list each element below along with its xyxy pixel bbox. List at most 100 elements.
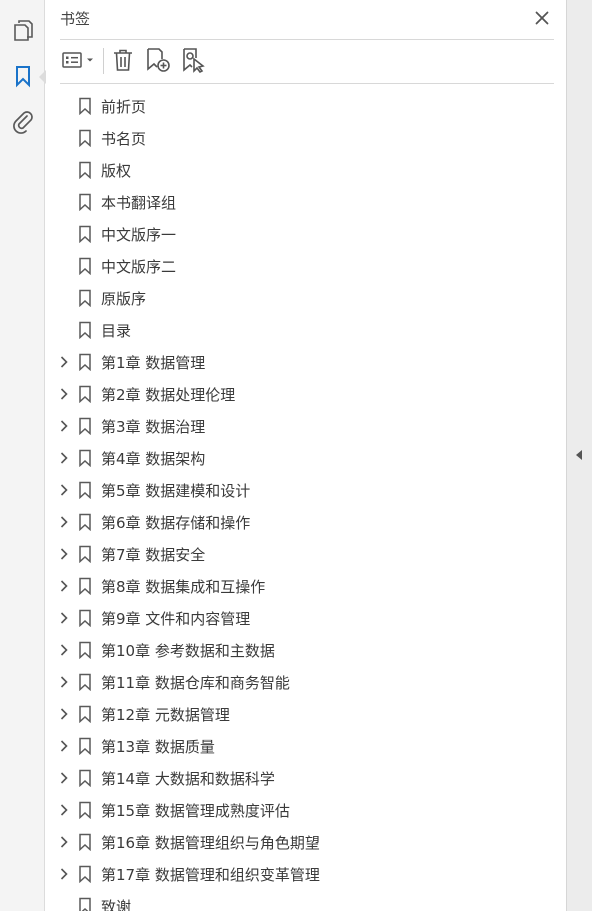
expand-button[interactable] [56,642,72,658]
bookmark-icon [78,129,92,148]
bookmark-item[interactable]: 第14章 大数据和数据科学 [46,762,546,794]
chevron-left-icon [575,446,583,465]
paperclip-icon [12,110,34,138]
bookmark-label: 第9章 文件和内容管理 [101,610,251,628]
bookmark-label: 第11章 数据仓库和商务智能 [101,674,290,692]
bookmark-label: 第4章 数据架构 [101,450,206,468]
chevron-right-icon [60,708,68,720]
panel-splitter[interactable] [566,0,592,911]
bookmark-item[interactable]: 第17章 数据管理和组织变革管理 [46,858,546,890]
close-icon [535,10,549,29]
expand-button[interactable] [56,834,72,850]
bookmark-from-selection-button[interactable] [180,46,208,78]
expand-button[interactable] [56,674,72,690]
chevron-right-icon [60,580,68,592]
bookmark-item[interactable]: 书名页 [46,122,546,154]
expand-button[interactable] [56,770,72,786]
expand-button[interactable] [56,354,72,370]
bookmark-item[interactable]: 第1章 数据管理 [46,346,546,378]
bookmark-item[interactable]: 中文版序一 [46,218,546,250]
bookmarks-button[interactable] [0,56,46,100]
bookmark-label: 第7章 数据安全 [101,546,206,564]
expand-button[interactable] [56,546,72,562]
attachments-button[interactable] [0,102,45,146]
bookmark-icon [78,865,92,884]
bookmark-label: 第8章 数据集成和互操作 [101,578,266,596]
bookmark-item[interactable]: 第15章 数据管理成熟度评估 [46,794,546,826]
expand-button[interactable] [56,706,72,722]
bookmark-item[interactable]: 本书翻译组 [46,186,546,218]
bookmark-item[interactable]: 第12章 元数据管理 [46,698,546,730]
bookmark-label: 第17章 数据管理和组织变革管理 [101,866,320,884]
navigation-rail [0,0,46,911]
panel-header: 书签 [60,0,554,40]
new-bookmark-button[interactable] [144,46,172,78]
bookmark-item[interactable]: 第5章 数据建模和设计 [46,474,546,506]
bookmark-icon [78,769,92,788]
bookmark-item[interactable]: 第16章 数据管理组织与角色期望 [46,826,546,858]
bookmark-icon [78,97,92,116]
bookmark-item[interactable]: 第11章 数据仓库和商务智能 [46,666,546,698]
expand-button[interactable] [56,386,72,402]
bookmark-label: 第15章 数据管理成熟度评估 [101,802,290,820]
expand-button[interactable] [56,418,72,434]
bookmark-icon [78,417,92,436]
chevron-right-icon [60,388,68,400]
expand-button[interactable] [56,482,72,498]
bookmark-icon [14,64,32,92]
bookmark-icon [78,609,92,628]
expand-button[interactable] [56,866,72,882]
expand-button[interactable] [56,450,72,466]
expand-button[interactable] [56,802,72,818]
bookmark-icon [78,513,92,532]
expand-button[interactable] [56,514,72,530]
bookmark-icon [78,385,92,404]
bookmark-icon [78,161,92,180]
bookmark-label: 第16章 数据管理组织与角色期望 [101,834,320,852]
bookmark-label: 中文版序一 [101,226,177,244]
bookmark-item[interactable]: 第7章 数据安全 [46,538,546,570]
bookmark-icon [78,897,92,911]
bookmark-item[interactable]: 第10章 参考数据和主数据 [46,634,546,666]
bookmark-label: 第2章 数据处理伦理 [101,386,236,404]
bookmark-label: 第6章 数据存储和操作 [101,514,251,532]
bookmark-item[interactable]: 第3章 数据治理 [46,410,546,442]
bookmark-item[interactable]: 第4章 数据架构 [46,442,546,474]
bookmark-icon [78,481,92,500]
page-thumbnails-button[interactable] [0,10,45,54]
bookmark-icon [78,289,92,308]
new-bookmark-icon [145,47,171,77]
bookmark-label: 第1章 数据管理 [101,354,206,372]
bookmark-item[interactable]: 致谢 [46,890,546,911]
bookmark-label: 第14章 大数据和数据科学 [101,770,275,788]
chevron-right-icon [60,772,68,784]
options-menu-button[interactable] [60,46,98,78]
bookmark-item[interactable]: 版权 [46,154,546,186]
bookmark-item[interactable]: 第9章 文件和内容管理 [46,602,546,634]
bookmark-from-selection-icon [181,47,207,77]
bookmark-item[interactable]: 目录 [46,314,546,346]
delete-bookmark-button[interactable] [110,46,136,78]
bookmark-item[interactable]: 前折页 [46,90,546,122]
bookmark-item[interactable]: 中文版序二 [46,250,546,282]
bookmark-label: 书名页 [101,130,147,148]
bookmark-item[interactable]: 第8章 数据集成和互操作 [46,570,546,602]
bookmark-icon [78,257,92,276]
pages-icon [12,18,34,46]
chevron-right-icon [60,740,68,752]
bookmark-icon [78,545,92,564]
expand-button[interactable] [56,610,72,626]
bookmark-label: 第3章 数据治理 [101,418,206,436]
bookmark-item[interactable]: 第6章 数据存储和操作 [46,506,546,538]
bookmark-item[interactable]: 第13章 数据质量 [46,730,546,762]
bookmark-icon [78,321,92,340]
bookmark-label: 原版序 [101,290,147,308]
chevron-right-icon [60,612,68,624]
bookmark-icon [78,449,92,468]
close-panel-button[interactable] [530,7,554,31]
bookmark-item[interactable]: 原版序 [46,282,546,314]
bookmark-item[interactable]: 第2章 数据处理伦理 [46,378,546,410]
expand-button[interactable] [56,738,72,754]
collapse-panel-button[interactable] [574,447,584,463]
expand-button[interactable] [56,578,72,594]
